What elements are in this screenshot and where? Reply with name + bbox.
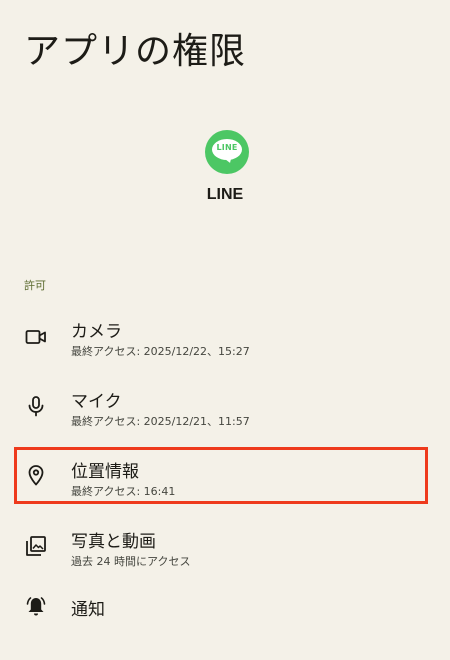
app-logo-text: LINE bbox=[216, 143, 238, 152]
bell-icon bbox=[24, 595, 48, 619]
permission-last-access: 最終アクセス: 16:41 bbox=[71, 485, 176, 498]
photos-icon bbox=[24, 534, 48, 558]
app-name: LINE bbox=[206, 186, 244, 203]
section-label-allowed: 許可 bbox=[24, 279, 46, 292]
permission-last-access: 最終アクセス: 2025/12/22、15:27 bbox=[71, 345, 250, 358]
permission-title: 通知 bbox=[71, 600, 105, 620]
app-icon: LINE bbox=[205, 130, 249, 174]
permission-last-access: 過去 24 時間にアクセス bbox=[71, 555, 191, 568]
app-logo-tail bbox=[224, 155, 234, 165]
microphone-icon bbox=[24, 394, 48, 418]
permission-item-camera[interactable]: カメラ 最終アクセス: 2025/12/22、15:27 bbox=[0, 310, 450, 380]
permission-last-access: 最終アクセス: 2025/12/21、11:57 bbox=[71, 415, 250, 428]
location-icon bbox=[24, 463, 48, 487]
page-title: アプリの権限 bbox=[24, 31, 247, 72]
permission-title: 位置情報 bbox=[71, 462, 139, 482]
permission-title: カメラ bbox=[71, 322, 122, 342]
permission-item-microphone[interactable]: マイク 最終アクセス: 2025/12/21、11:57 bbox=[0, 380, 450, 450]
permission-item-photos-videos[interactable]: 写真と動画 過去 24 時間にアクセス bbox=[0, 520, 450, 590]
camera-icon bbox=[24, 325, 48, 349]
permission-title: 写真と動画 bbox=[71, 532, 156, 552]
permission-title: マイク bbox=[71, 392, 122, 412]
permission-item-location[interactable]: 位置情報 最終アクセス: 16:41 bbox=[0, 450, 450, 520]
permission-item-notifications[interactable]: 通知 bbox=[0, 590, 450, 660]
